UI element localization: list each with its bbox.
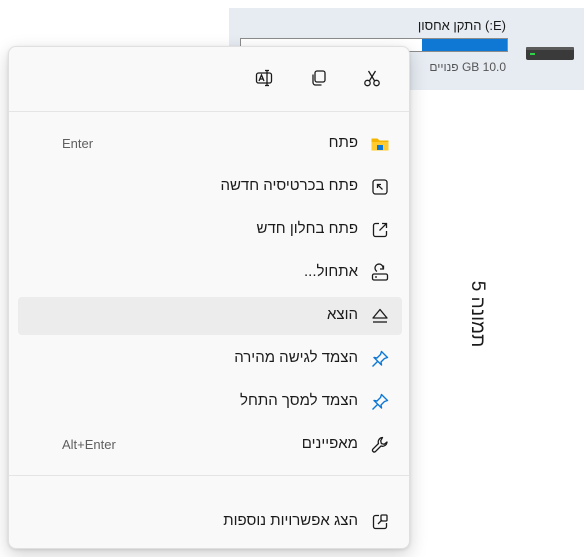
menu-item-label: פתח (328, 134, 358, 151)
drive-title: (E:) התקן אחסון (417, 18, 506, 33)
wrench-icon (370, 435, 390, 455)
new-tab-icon (370, 177, 390, 197)
new-window-icon (370, 220, 390, 240)
menu-item-label: פתח בכרטיסיה חדשה (220, 177, 358, 194)
menu-item-label: מאפיינים (301, 435, 358, 452)
menu-item-label: הצג אפשרויות נוספות (223, 512, 358, 529)
menu-item-pin-quick-access[interactable]: הצמד לגישה מהירה (18, 340, 402, 378)
copy-icon (308, 68, 328, 93)
menu-item-open[interactable]: פתח Enter (18, 125, 402, 163)
pin-icon (370, 392, 390, 412)
eject-icon (370, 306, 390, 326)
copy-button[interactable] (301, 63, 335, 97)
pin-icon (370, 349, 390, 369)
menu-separator (9, 111, 409, 112)
menu-item-shortcut: Enter (62, 136, 94, 151)
menu-item-label: הוצא (327, 306, 358, 323)
menu-item-open-new-tab[interactable]: פתח בכרטיסיה חדשה (18, 168, 402, 206)
menu-item-show-more-options[interactable]: הצג אפשרויות נוספות (18, 503, 402, 541)
context-menu: פתח Enter פתח בכרטיסיה חדשה פתח בחלון חד… (8, 46, 410, 549)
cut-button[interactable] (355, 63, 389, 97)
figure-caption: תמונה 5 (462, 254, 492, 374)
menu-separator (9, 475, 409, 476)
drive-usage-fill (421, 39, 507, 51)
quick-actions-row (9, 47, 409, 111)
figure-caption-text: תמונה 5 (467, 280, 489, 348)
rename-button[interactable] (247, 63, 281, 97)
menu-item-format[interactable]: אתחול... (18, 254, 402, 292)
menu-item-open-new-window[interactable]: פתח בחלון חדש (18, 211, 402, 249)
drive-icon (524, 38, 576, 68)
menu-item-label: הצמד למסך התחל (240, 392, 358, 409)
menu-item-properties[interactable]: מאפיינים Alt+Enter (18, 426, 402, 464)
menu-item-label: פתח בחלון חדש (256, 220, 358, 237)
format-icon (370, 263, 390, 283)
menu-item-pin-start[interactable]: הצמד למסך התחל (18, 383, 402, 421)
menu-item-label: אתחול... (303, 263, 358, 280)
menu-item-shortcut: Alt+Enter (62, 437, 116, 452)
more-options-icon (370, 512, 390, 532)
menu-item-eject[interactable]: הוצא (18, 297, 402, 335)
folder-icon (370, 134, 390, 154)
drive-free-space: 10.0 GB פנויים (429, 60, 506, 74)
scissors-icon (362, 68, 382, 93)
rename-icon (254, 68, 274, 93)
menu-item-label: הצמד לגישה מהירה (234, 349, 358, 366)
